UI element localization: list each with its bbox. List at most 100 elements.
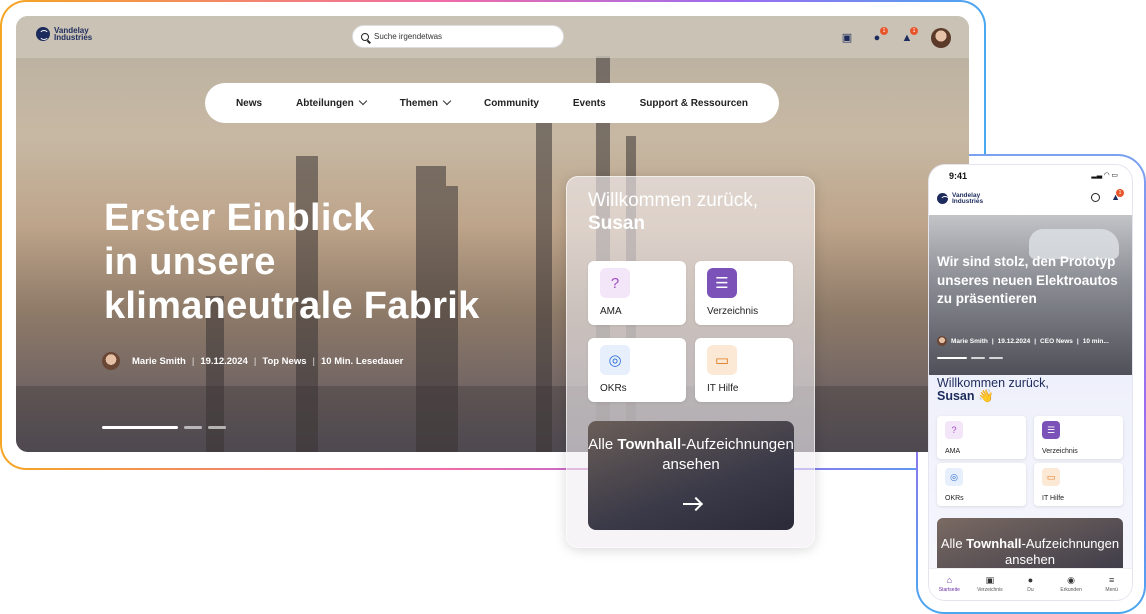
- user-name: Susan: [588, 213, 646, 234]
- author-name[interactable]: Marie Smith: [132, 356, 186, 367]
- search-box[interactable]: Suche irgendetwas: [352, 25, 564, 48]
- carousel-dot[interactable]: [208, 426, 226, 429]
- townhall-pre: Alle: [588, 436, 618, 453]
- tile-ama[interactable]: ? AMA: [588, 261, 686, 325]
- mobile-welcome-greeting: Willkommen zurück, Susan 👋: [937, 377, 1049, 403]
- nav-item-abteilungen[interactable]: Abteilungen: [296, 96, 368, 109]
- brand-name-line2: Industries: [952, 197, 984, 205]
- search-input[interactable]: Suche irgendetwas: [374, 32, 442, 41]
- chat-badge: 1: [880, 27, 888, 35]
- target-cursor-icon: ◎: [945, 468, 963, 486]
- monitor-icon: ▭: [707, 345, 737, 375]
- carousel-dot-active[interactable]: [102, 426, 178, 429]
- directory-icon: ▣: [985, 575, 995, 585]
- post-category[interactable]: Top News: [262, 356, 306, 367]
- tile-okrs[interactable]: ◎ OKRs: [937, 463, 1026, 506]
- tile-label: OKRs: [945, 495, 964, 502]
- separator: |: [1076, 337, 1079, 345]
- tab-startseite[interactable]: ⌂ Startseite: [931, 575, 967, 593]
- bell-icon[interactable]: ▲ 1: [901, 27, 918, 44]
- nav-label: Abteilungen: [296, 97, 354, 109]
- nav-label: Themen: [399, 97, 439, 109]
- townhall-pre: Alle: [940, 536, 967, 551]
- mobile-hero[interactable]: Wir sind stolz, den Prototyp unseres neu…: [929, 215, 1132, 375]
- tile-label: AMA: [600, 306, 622, 317]
- tile-verzeichnis[interactable]: ☰ Verzeichnis: [1034, 416, 1123, 459]
- townhall-card[interactable]: Alle Townhall-Aufzeichnungen ansehen: [588, 421, 794, 530]
- top-bar: Vandelay Industries Suche irgendetwas ▣ …: [16, 16, 969, 58]
- wave-emoji: 👋: [978, 389, 994, 403]
- greeting-text: Willkommen zurück,: [588, 190, 758, 211]
- hero-title-line: in unsere: [104, 241, 276, 283]
- tab-label: Menü: [1105, 587, 1118, 593]
- tile-label: OKRs: [600, 383, 627, 394]
- separator: |: [253, 355, 257, 367]
- carousel-dot-active[interactable]: [937, 357, 967, 359]
- nav-item-community[interactable]: Community: [484, 98, 539, 109]
- tile-it-hilfe[interactable]: ▭ IT Hilfe: [1034, 463, 1123, 506]
- carousel-dots: [937, 357, 1003, 359]
- nav-item-events[interactable]: Events: [573, 98, 606, 109]
- nav-label: Support & Ressourcen: [639, 97, 748, 109]
- nav-item-support[interactable]: Support & Ressourcen: [640, 98, 748, 109]
- bell-icon[interactable]: ▲ 1: [1111, 189, 1124, 202]
- tab-erkunden[interactable]: ◉ Erkunden: [1053, 575, 1089, 593]
- townhall-text: Alle Townhall-Aufzeichnungen ansehen: [588, 435, 794, 475]
- mobile-hero-meta: Marie Smith | 19.12.2024 | CEO News | 10 mi…: [937, 336, 1109, 346]
- chat-icon[interactable]: ● 1: [871, 27, 888, 44]
- nav-item-themen[interactable]: Themen: [399, 96, 452, 109]
- welcome-panel: Willkommen zurück, Susan ? AMA ☰ Verzeic…: [566, 176, 815, 548]
- tile-label: AMA: [945, 448, 961, 455]
- carousel-dots: [102, 426, 226, 429]
- post-date: 19.12.2024: [200, 355, 248, 367]
- tab-label: Startseite: [938, 587, 960, 593]
- post-date: 19.12.2024: [997, 337, 1031, 345]
- tab-du[interactable]: ● Du: [1012, 575, 1048, 593]
- tab-label: Verzeichnis: [977, 587, 1003, 593]
- main-nav: News Abteilungen Themen Community Events…: [205, 83, 779, 123]
- separator: |: [312, 355, 315, 367]
- globe-logo-icon: [36, 27, 50, 42]
- search-icon[interactable]: [1091, 193, 1100, 202]
- hero-title[interactable]: Erster Einblick in unsere klimaneutrale …: [104, 196, 564, 328]
- tab-menu[interactable]: ≡ Menü: [1094, 575, 1130, 593]
- brand-logo[interactable]: Vandelay Industries: [937, 192, 984, 205]
- refinery-background: [16, 386, 969, 452]
- hero-title-line: klimaneutrale Fabrik: [104, 285, 480, 327]
- author-avatar: [102, 352, 120, 370]
- tile-label: IT Hilfe: [1042, 495, 1065, 502]
- bell-badge: 1: [1116, 189, 1124, 197]
- directory-icon[interactable]: ▣: [841, 32, 853, 44]
- desktop-window: Vandelay Industries Suche irgendetwas ▣ …: [16, 16, 969, 452]
- nav-label: Community: [483, 97, 539, 109]
- tile-label: IT Hilfe: [707, 383, 739, 394]
- target-cursor-icon: ◎: [600, 345, 630, 375]
- mobile-top-bar: Vandelay Industries ▲ 1: [929, 187, 1132, 215]
- mobile-hero-title: Wir sind stolz, den Prototyp unseres neu…: [937, 254, 1118, 306]
- tile-verzeichnis[interactable]: ☰ Verzeichnis: [695, 261, 793, 325]
- tile-label: Verzeichnis: [1042, 448, 1078, 455]
- nav-item-news[interactable]: News: [236, 98, 262, 109]
- townhall-bold: Townhall: [966, 536, 1022, 551]
- bell-badge: 1: [910, 27, 918, 35]
- author-name: Marie Smith: [951, 337, 988, 345]
- nav-label: Events: [572, 97, 606, 109]
- brand-logo[interactable]: Vandelay Industries: [36, 26, 92, 42]
- avatar: ●: [1027, 575, 1034, 585]
- tile-it-hilfe[interactable]: ▭ IT Hilfe: [695, 338, 793, 402]
- carousel-dot[interactable]: [184, 426, 202, 429]
- mobile-tab-bar: ⌂ Startseite ▣ Verzeichnis ● Du ◉ Erkunden ≡…: [929, 568, 1132, 600]
- chevron-down-icon: [442, 96, 452, 105]
- tab-label: Du: [1027, 587, 1034, 593]
- separator: |: [191, 355, 195, 367]
- monitor-icon: ▭: [1042, 468, 1060, 486]
- brand-name: Vandelay Industries: [952, 192, 984, 205]
- carousel-dot[interactable]: [971, 357, 985, 359]
- tile-ama[interactable]: ? AMA: [937, 416, 1026, 459]
- brand-name: Vandelay Industries: [54, 26, 92, 41]
- tab-verzeichnis[interactable]: ▣ Verzeichnis: [972, 575, 1008, 593]
- tile-okrs[interactable]: ◎ OKRs: [588, 338, 686, 402]
- carousel-dot[interactable]: [989, 357, 1003, 359]
- user-avatar[interactable]: [931, 28, 951, 48]
- menu-icon: ≡: [1109, 575, 1115, 585]
